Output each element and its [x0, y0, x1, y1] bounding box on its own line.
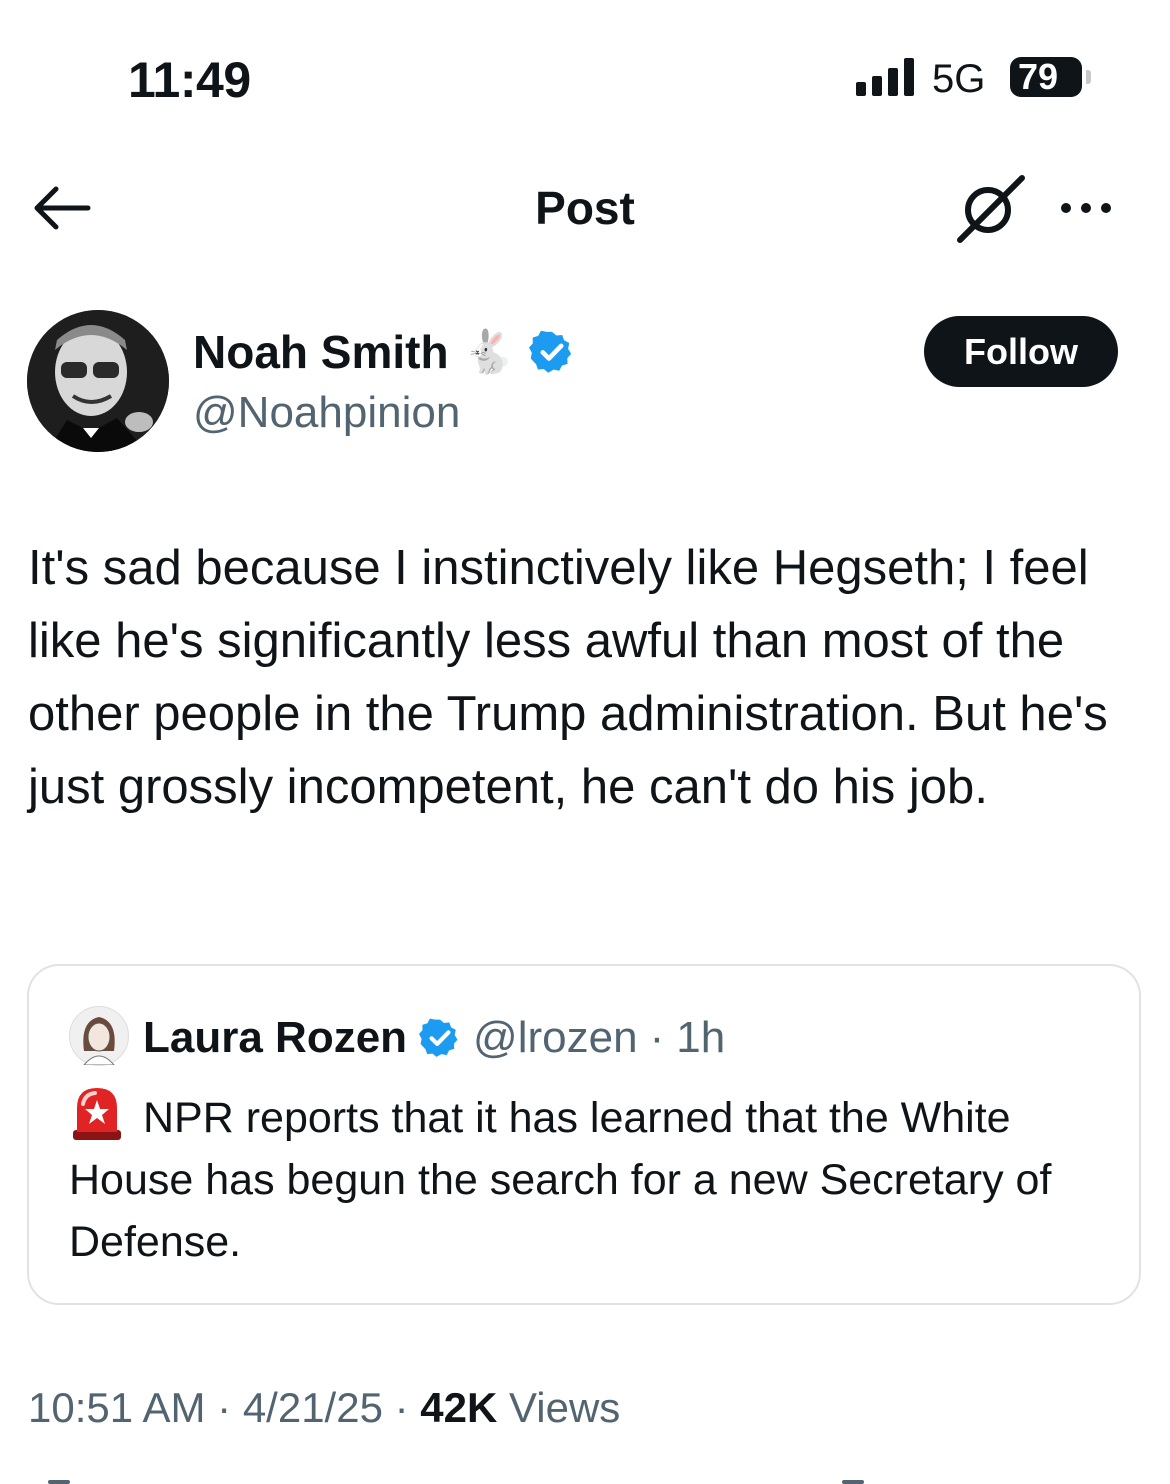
follow-button[interactable]: Follow [924, 316, 1118, 387]
quoted-post-age: 1h [676, 1013, 726, 1062]
post-meta: 10:51 AM · 4/21/25 · 42K Views [28, 1380, 620, 1436]
post-text: It's sad because I instinctively like He… [28, 541, 1108, 814]
verified-badge-icon [528, 330, 572, 373]
status-time: 11:49 [128, 52, 251, 108]
grok-button[interactable] [954, 172, 1026, 244]
quoted-post-body: NPR reports that it has learned that the… [69, 1084, 1109, 1273]
arrow-left-icon [34, 186, 91, 230]
quoted-post-header: Laura Rozen @lrozen · 1h [143, 1008, 725, 1068]
views-count: 42K [420, 1384, 498, 1431]
back-button[interactable] [30, 180, 94, 236]
more-button[interactable] [1056, 188, 1116, 228]
network-type: 5G [932, 57, 986, 101]
post-time: 10:51 AM [28, 1384, 206, 1431]
quoted-author-name: Laura Rozen [143, 1013, 408, 1062]
author-name[interactable]: Noah Smith [193, 322, 449, 382]
signal-icon [856, 58, 916, 96]
author-avatar[interactable] [27, 310, 169, 452]
author-handle[interactable]: @Noahpinion [193, 386, 460, 440]
quoted-author-handle: @lrozen [473, 1013, 638, 1062]
quoted-post-text: NPR reports that it has learned that the… [69, 1094, 1052, 1266]
separator-dot: · [649, 1013, 665, 1062]
separator-dot: · [217, 1384, 232, 1431]
rabbit-emoji: 🐇 [462, 328, 515, 375]
ellipsis-icon [1061, 203, 1111, 213]
grok-icon [957, 175, 1025, 243]
views-label: Views [509, 1384, 621, 1431]
battery-level: 79 [1018, 56, 1059, 97]
separator-dot: · [394, 1384, 409, 1431]
battery-tip [1086, 70, 1091, 84]
quoted-author-avatar[interactable] [69, 1006, 129, 1066]
action-bar-edge [48, 1480, 864, 1484]
verified-badge-icon [419, 1018, 458, 1057]
post-date: 4/21/25 [242, 1384, 383, 1431]
battery-icon: 79 [1010, 57, 1082, 97]
author-name-row: Noah Smith 🐇 [193, 322, 575, 382]
quoted-post-card[interactable]: Laura Rozen @lrozen · 1h NPR reports tha… [27, 964, 1141, 1305]
siren-icon [73, 1088, 121, 1140]
